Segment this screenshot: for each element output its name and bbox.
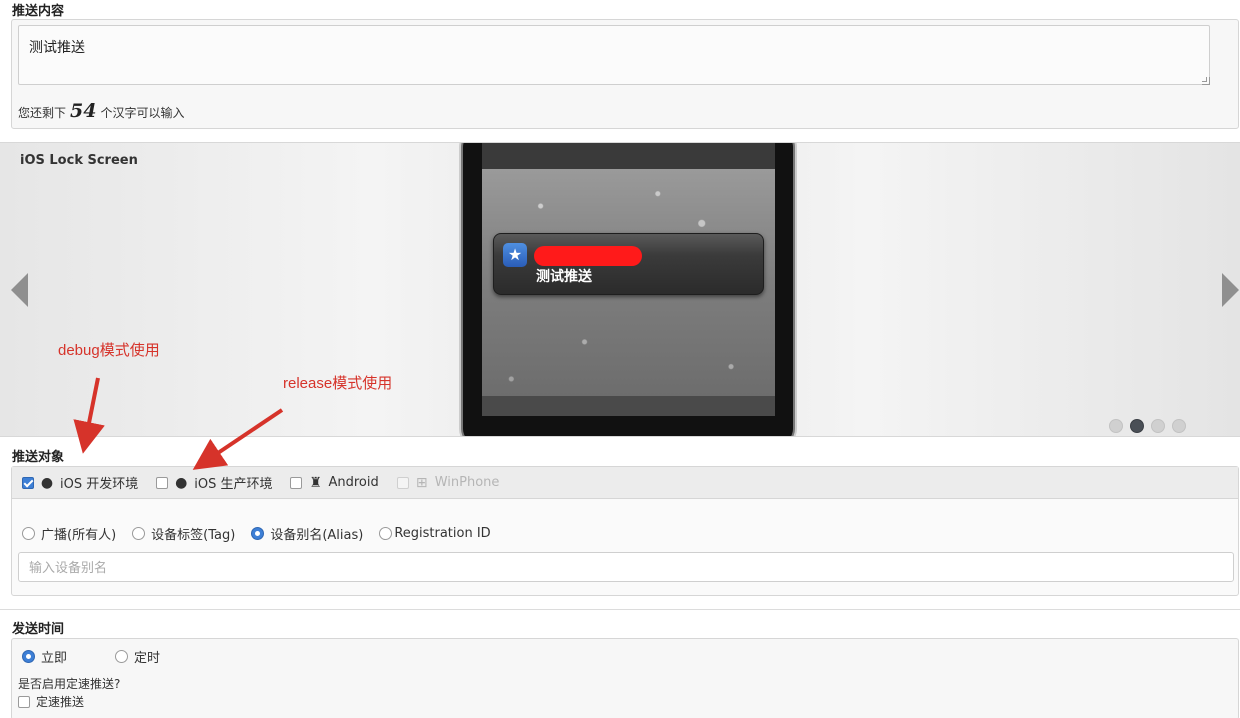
- alias-input[interactable]: [18, 552, 1234, 582]
- phone-mockup: ★ 测试推送: [463, 143, 793, 436]
- annotation-debug: debug模式使用: [58, 342, 160, 359]
- lock-screen-preview: iOS Lock Screen ★ 测试推送: [0, 142, 1240, 437]
- audience-label: 设备别名(Alias): [270, 528, 364, 543]
- char-remaining-suffix: 个汉字可以输入: [100, 106, 185, 120]
- apple-icon: ●: [175, 474, 188, 491]
- char-remaining-count: 54: [70, 100, 97, 122]
- audience-registration-id[interactable]: Registration ID: [379, 526, 491, 541]
- audience-alias[interactable]: 设备别名(Alias): [251, 524, 363, 543]
- speed-push-question: 是否启用定速推送?: [18, 677, 121, 691]
- send-time-panel: 立即 定时 是否启用定速推送? 定速推送: [11, 638, 1239, 718]
- send-time-label: 定时: [134, 651, 161, 666]
- audience-label: Registration ID: [394, 526, 491, 541]
- char-remaining-prefix: 您还剩下: [18, 106, 67, 120]
- push-target-title: 推送对象: [12, 450, 65, 465]
- carousel-dot[interactable]: [1109, 419, 1123, 433]
- platform-ios-dev[interactable]: ● iOS 开发环境: [22, 473, 138, 492]
- speed-push-checkbox[interactable]: [18, 695, 30, 708]
- windows-icon: ⊞: [415, 474, 428, 491]
- ios-prod-checkbox[interactable]: [156, 476, 169, 489]
- send-now-radio[interactable]: [22, 650, 35, 663]
- carousel-dot-active[interactable]: [1130, 419, 1144, 433]
- audience-options: 广播(所有人) 设备标签(Tag) 设备别名(Alias) Registrati…: [22, 524, 507, 543]
- audience-label: 设备标签(Tag): [151, 528, 236, 543]
- send-time-options: 立即 定时: [22, 647, 208, 666]
- speed-push-option[interactable]: 定速推送: [18, 693, 84, 710]
- platform-ios-prod[interactable]: ● iOS 生产环境: [156, 473, 272, 492]
- platform-label: WinPhone: [434, 475, 500, 490]
- speed-push-label: 定速推送: [36, 695, 85, 709]
- carousel-next-arrow-icon[interactable]: [1222, 273, 1239, 307]
- audience-broadcast[interactable]: 广播(所有人): [22, 524, 116, 543]
- annotation-release: release模式使用: [283, 375, 393, 392]
- winphone-checkbox: [396, 476, 409, 489]
- phone-screen-bottom: [482, 396, 775, 416]
- carousel-dot[interactable]: [1151, 419, 1165, 433]
- carousel-prev-arrow-icon[interactable]: [11, 273, 28, 307]
- audience-label: 广播(所有人): [41, 528, 117, 543]
- push-target-panel: ● iOS 开发环境 ● iOS 生产环境 ♜ Android ⊞ WinPho…: [11, 466, 1239, 596]
- platform-label: iOS 开发环境: [60, 477, 139, 492]
- registration-id-radio[interactable]: [379, 527, 393, 540]
- push-content-title: 推送内容: [12, 4, 65, 19]
- audience-tag[interactable]: 设备标签(Tag): [132, 524, 235, 543]
- push-content-panel: 测试推送 您还剩下 54 个汉字可以输入: [11, 19, 1239, 129]
- phone-status-bar: [482, 143, 775, 169]
- send-time-label: 立即: [41, 651, 68, 666]
- tag-radio[interactable]: [132, 527, 146, 540]
- send-now-option[interactable]: 立即: [22, 647, 67, 666]
- android-checkbox[interactable]: [290, 476, 303, 489]
- char-remaining-hint: 您还剩下 54 个汉字可以输入: [18, 100, 184, 122]
- phone-screen: ★ 测试推送: [482, 169, 775, 416]
- resize-grip-icon[interactable]: [1202, 77, 1210, 85]
- platform-android[interactable]: ♜ Android: [290, 474, 379, 491]
- platform-winphone: ⊞ WinPhone: [396, 474, 500, 491]
- platform-row: ● iOS 开发环境 ● iOS 生产环境 ♜ Android ⊞ WinPho…: [12, 467, 1238, 499]
- notification-text: 测试推送: [536, 269, 592, 285]
- redacted-app-name: [534, 246, 642, 266]
- platform-label: Android: [328, 475, 379, 490]
- android-icon: ♜: [309, 474, 322, 491]
- carousel-dot[interactable]: [1172, 419, 1186, 433]
- section-divider: [0, 609, 1240, 610]
- carousel-pagination: [1109, 419, 1186, 433]
- send-time-title: 发送时间: [12, 622, 65, 637]
- ios-dev-checkbox[interactable]: [22, 476, 34, 489]
- apple-icon: ●: [40, 474, 54, 491]
- platform-label: iOS 生产环境: [194, 477, 273, 492]
- star-app-icon: ★: [503, 243, 527, 267]
- send-scheduled-radio[interactable]: [115, 650, 129, 663]
- notification-banner: ★ 测试推送: [493, 233, 764, 295]
- broadcast-radio[interactable]: [22, 527, 35, 540]
- message-textarea[interactable]: 测试推送: [18, 25, 1210, 85]
- send-scheduled-option[interactable]: 定时: [115, 647, 160, 666]
- preview-title: iOS Lock Screen: [20, 153, 138, 168]
- alias-radio[interactable]: [251, 527, 265, 540]
